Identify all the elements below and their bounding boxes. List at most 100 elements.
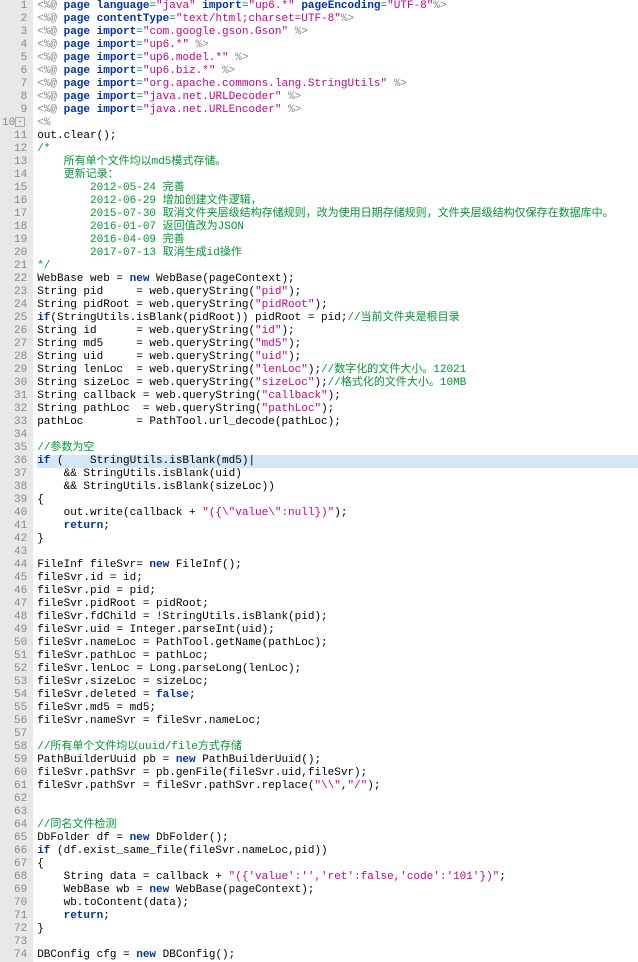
token-txt: fileSvr.fdChild = !StringUtils.isBlank(p… <box>37 611 327 623</box>
token-dlm: <%@ <box>37 39 63 51</box>
token-str: "java.net.URLDecoder" <box>143 91 282 103</box>
token-kw: page <box>64 78 90 90</box>
token-kw: import <box>97 26 137 38</box>
line-number: 52 <box>2 663 27 676</box>
token-str: "java" <box>156 0 196 12</box>
line-number: 16 <box>2 195 27 208</box>
code-line: if (df.exist_same_file(fileSvr.nameLoc,p… <box>37 845 638 858</box>
code-line: String pathLoc = web.queryString("pathLo… <box>37 403 638 416</box>
line-number: 59 <box>2 754 27 767</box>
token-txt: } <box>37 533 44 545</box>
code-area[interactable]: <%@ page language="java" import="up6.*" … <box>33 0 638 962</box>
token-kw: page <box>64 39 90 51</box>
code-line: fileSvr.id = id; <box>37 572 638 585</box>
code-line: 2012-06-29 增加创建文件逻辑， <box>37 195 638 208</box>
token-dlm: %> <box>341 13 354 25</box>
token-txt <box>90 39 97 51</box>
code-line: <%@ page import="com.google.gson.Gson" %… <box>37 26 638 39</box>
code-line: fileSvr.md5 = md5; <box>37 702 638 715</box>
token-txt: out.write(callback + <box>37 507 202 519</box>
code-line: DBConfig cfg = new DBConfig(); <box>37 949 638 962</box>
token-dlm: %> <box>433 0 446 12</box>
token-kw: import <box>97 39 137 51</box>
token-txt <box>189 39 196 51</box>
code-line <box>37 936 638 949</box>
line-number: 13 <box>2 156 27 169</box>
token-dlm: %> <box>288 91 301 103</box>
token-kw: page <box>64 91 90 103</box>
code-line: <%@ page import="java.net.URLEncoder" %> <box>37 104 638 117</box>
code-line: WebBase web = new WebBase(pageContext); <box>37 273 638 286</box>
token-txt: FileInf fileSvr= <box>37 559 149 571</box>
token-txt: PathBuilderUuid(); <box>196 754 321 766</box>
token-kw: new <box>136 949 156 961</box>
token-txt: ); <box>328 390 341 402</box>
token-txt: String md5 = web.queryString( <box>37 338 255 350</box>
line-number: 66 <box>2 845 27 858</box>
code-line: fileSvr.deleted = false; <box>37 689 638 702</box>
token-txt: String id = web.queryString( <box>37 325 255 337</box>
token-dlm: <%@ <box>37 26 63 38</box>
code-line: <%@ page import="up6.model.*" %> <box>37 52 638 65</box>
token-op: = <box>136 104 143 116</box>
token-txt: wb.toContent(data); <box>37 897 189 909</box>
code-line: <% <box>37 117 638 130</box>
line-number: 34 <box>2 429 27 442</box>
code-line: return; <box>37 910 638 923</box>
token-kw: new <box>130 273 150 285</box>
code-line: */ <box>37 260 638 273</box>
code-editor: 12345678910-1112131415161718192021222324… <box>0 0 638 962</box>
token-txt: fileSvr.nameLoc = PathTool.getName(pathL… <box>37 637 327 649</box>
code-line: fileSvr.nameSvr = fileSvr.nameLoc; <box>37 715 638 728</box>
code-line: WebBase wb = new WebBase(pageContext); <box>37 884 638 897</box>
token-dlm: <%@ <box>37 13 63 25</box>
token-kw: page <box>64 65 90 77</box>
line-number: 15 <box>2 182 27 195</box>
token-txt: && StringUtils.isBlank(sizeLoc)) <box>37 481 275 493</box>
code-line: fileSvr.fdChild = !StringUtils.isBlank(p… <box>37 611 638 624</box>
code-line <box>37 546 638 559</box>
token-txt: String sizeLoc = web.queryString( <box>37 377 255 389</box>
token-str: "({'value':'','ret':false,'code':'101'})… <box>229 871 500 883</box>
token-str: "({\"value\":null})" <box>202 507 334 519</box>
token-cmt: 2012-06-29 增加创建文件逻辑， <box>37 195 261 207</box>
token-txt <box>90 13 97 25</box>
token-txt: ); <box>288 351 301 363</box>
line-number: 19 <box>2 234 27 247</box>
token-str: "up6.model.*" <box>143 52 229 64</box>
token-dlm: %> <box>222 65 235 77</box>
line-number: 6 <box>2 65 27 78</box>
token-txt: String data = callback + <box>37 871 228 883</box>
token-str: "up6.biz.*" <box>143 65 216 77</box>
token-txt <box>90 65 97 77</box>
line-number: 57 <box>2 728 27 741</box>
line-number: 23 <box>2 286 27 299</box>
token-kw: new <box>149 884 169 896</box>
token-txt: (df.exist_same_file(fileSvr.nameLoc,pid)… <box>50 845 327 857</box>
token-str: "com.google.gson.Gson" <box>143 26 288 38</box>
token-txt: fileSvr.pathSvr = fileSvr.pathSvr.replac… <box>37 780 314 792</box>
token-txt: PathBuilderUuid pb = <box>37 754 176 766</box>
token-str: "pathLoc" <box>262 403 321 415</box>
code-line: String pid = web.queryString("pid"); <box>37 286 638 299</box>
token-dlm: <% <box>37 117 50 129</box>
code-line: <%@ page language="java" import="up6.*" … <box>37 0 638 13</box>
token-txt: fileSvr.md5 = md5; <box>37 702 156 714</box>
token-dlm: <%@ <box>37 78 63 90</box>
token-kw: new <box>149 559 169 571</box>
code-line: wb.toContent(data); <box>37 897 638 910</box>
code-line <box>37 806 638 819</box>
code-line: 2016-04-09 完善 <box>37 234 638 247</box>
token-str: "callback" <box>262 390 328 402</box>
line-number: 38 <box>2 481 27 494</box>
token-dlm: %> <box>235 52 248 64</box>
code-line: fileSvr.pidRoot = pidRoot; <box>37 598 638 611</box>
fold-icon[interactable]: - <box>15 117 25 127</box>
token-dlm: <%@ <box>37 65 63 77</box>
code-line: { <box>37 858 638 871</box>
code-line: String sizeLoc = web.queryString("sizeLo… <box>37 377 638 390</box>
code-line: 更新记录： <box>37 169 638 182</box>
token-txt: ; <box>103 520 110 532</box>
token-txt: ); <box>288 338 301 350</box>
line-number: 65 <box>2 832 27 845</box>
